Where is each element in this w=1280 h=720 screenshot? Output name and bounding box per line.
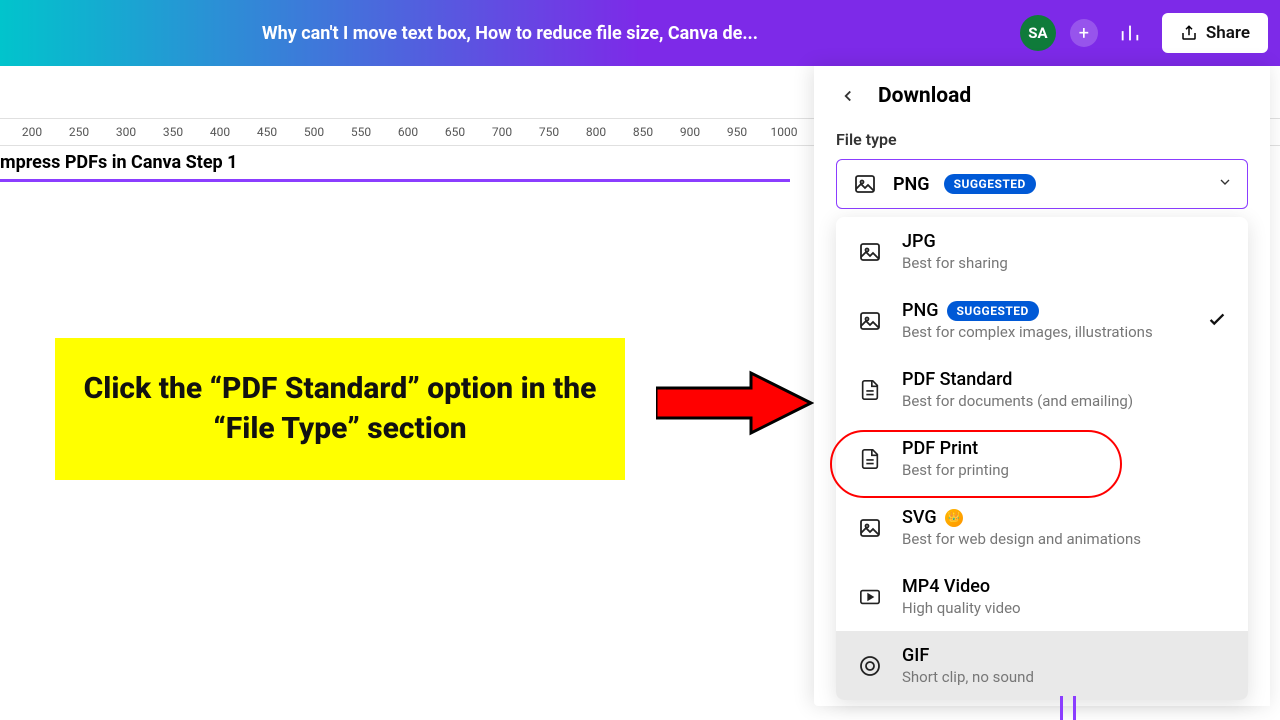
ruler-tick: 900 — [680, 125, 700, 139]
file-type-option-pdf-standard[interactable]: PDF Standard Best for documents (and ema… — [836, 355, 1248, 424]
ruler-tick: 750 — [539, 125, 559, 139]
image-icon — [856, 240, 884, 264]
ruler-tick: 850 — [633, 125, 653, 139]
option-title: PDF Standard — [902, 369, 1228, 390]
header-actions: SA + Share — [1020, 13, 1268, 53]
ruler-tick: 250 — [69, 125, 89, 139]
ruler-tick: 800 — [586, 125, 606, 139]
option-subtitle: Best for complex images, illustrations — [902, 323, 1228, 341]
ruler-tick: 600 — [398, 125, 418, 139]
share-button[interactable]: Share — [1162, 13, 1268, 53]
file-type-option-gif[interactable]: GIF Short clip, no sound — [836, 631, 1248, 700]
file-type-dropdown: JPG Best for sharing PNG SUGGESTED Best fo… — [836, 217, 1248, 700]
ruler-tick: 650 — [445, 125, 465, 139]
doc-icon — [856, 447, 884, 471]
callout-text: Click the “PDF Standard” option in the “… — [75, 369, 605, 450]
video-icon — [856, 586, 884, 608]
panel-title: Download — [878, 84, 971, 108]
download-panel: Download File type PNG SUGGESTED JPG Bes… — [814, 66, 1270, 706]
chevron-down-icon — [1217, 174, 1233, 194]
option-subtitle: Best for web design and animations — [902, 530, 1228, 548]
gif-icon — [856, 654, 884, 678]
analytics-icon[interactable] — [1112, 15, 1148, 51]
option-subtitle: Best for sharing — [902, 254, 1228, 272]
share-icon — [1180, 24, 1198, 42]
ruler-tick: 950 — [727, 125, 747, 139]
file-type-option-svg[interactable]: SVG 👑 Best for web design and animations — [836, 493, 1248, 562]
option-title: PDF Print — [902, 438, 1228, 459]
instruction-callout: Click the “PDF Standard” option in the “… — [55, 338, 625, 480]
ruler-tick: 400 — [210, 125, 230, 139]
file-type-option-mp4-video[interactable]: MP4 Video High quality video — [836, 562, 1248, 631]
option-subtitle: Best for printing — [902, 461, 1228, 479]
premium-icon: 👑 — [945, 509, 963, 527]
ruler-tick: 450 — [257, 125, 277, 139]
check-icon — [1206, 308, 1228, 334]
option-title: GIF — [902, 645, 1228, 666]
file-type-option-png[interactable]: PNG SUGGESTED Best for complex images, il… — [836, 286, 1248, 355]
option-subtitle: Short clip, no sound — [902, 668, 1228, 686]
topbar: Why can't I move text box, How to reduce… — [0, 0, 1280, 66]
option-title: MP4 Video — [902, 576, 1228, 597]
option-subtitle: High quality video — [902, 599, 1228, 617]
chevron-left-icon — [839, 87, 857, 105]
option-title: PNG SUGGESTED — [902, 300, 1228, 321]
panel-header: Download — [814, 66, 1270, 126]
suggested-badge: SUGGESTED — [947, 301, 1039, 321]
doc-icon — [856, 378, 884, 402]
file-type-option-pdf-print[interactable]: PDF Print Best for printing — [836, 424, 1248, 493]
option-title: JPG — [902, 231, 1228, 252]
page-title: mpress PDFs in Canva Step 1 — [0, 152, 237, 173]
document-title[interactable]: Why can't I move text box, How to reduce… — [0, 23, 1020, 44]
option-title: SVG 👑 — [902, 507, 1228, 528]
share-label: Share — [1206, 23, 1250, 43]
page-boundary-mark — [1060, 696, 1076, 720]
image-icon — [851, 172, 879, 196]
ruler-tick: 300 — [116, 125, 136, 139]
page-header: mpress PDFs in Canva Step 1 — [0, 146, 790, 182]
ruler-tick: 1000 — [771, 125, 798, 139]
image-icon — [856, 309, 884, 333]
ruler-tick: 200 — [22, 125, 42, 139]
file-type-option-jpg[interactable]: JPG Best for sharing — [836, 217, 1248, 286]
ruler-tick: 500 — [304, 125, 324, 139]
ruler-tick: 350 — [163, 125, 183, 139]
suggested-badge: SUGGESTED — [944, 174, 1036, 194]
avatar[interactable]: SA — [1020, 15, 1056, 51]
option-subtitle: Best for documents (and emailing) — [902, 392, 1228, 410]
add-collaborator-button[interactable]: + — [1070, 19, 1098, 47]
ruler-tick: 700 — [492, 125, 512, 139]
file-type-label: File type — [814, 126, 1270, 159]
image-icon — [856, 516, 884, 540]
arrow-annotation — [656, 368, 816, 438]
select-value: PNG — [893, 174, 930, 195]
file-type-select[interactable]: PNG SUGGESTED — [836, 159, 1248, 209]
ruler-tick: 550 — [351, 125, 371, 139]
back-button[interactable] — [836, 84, 860, 108]
